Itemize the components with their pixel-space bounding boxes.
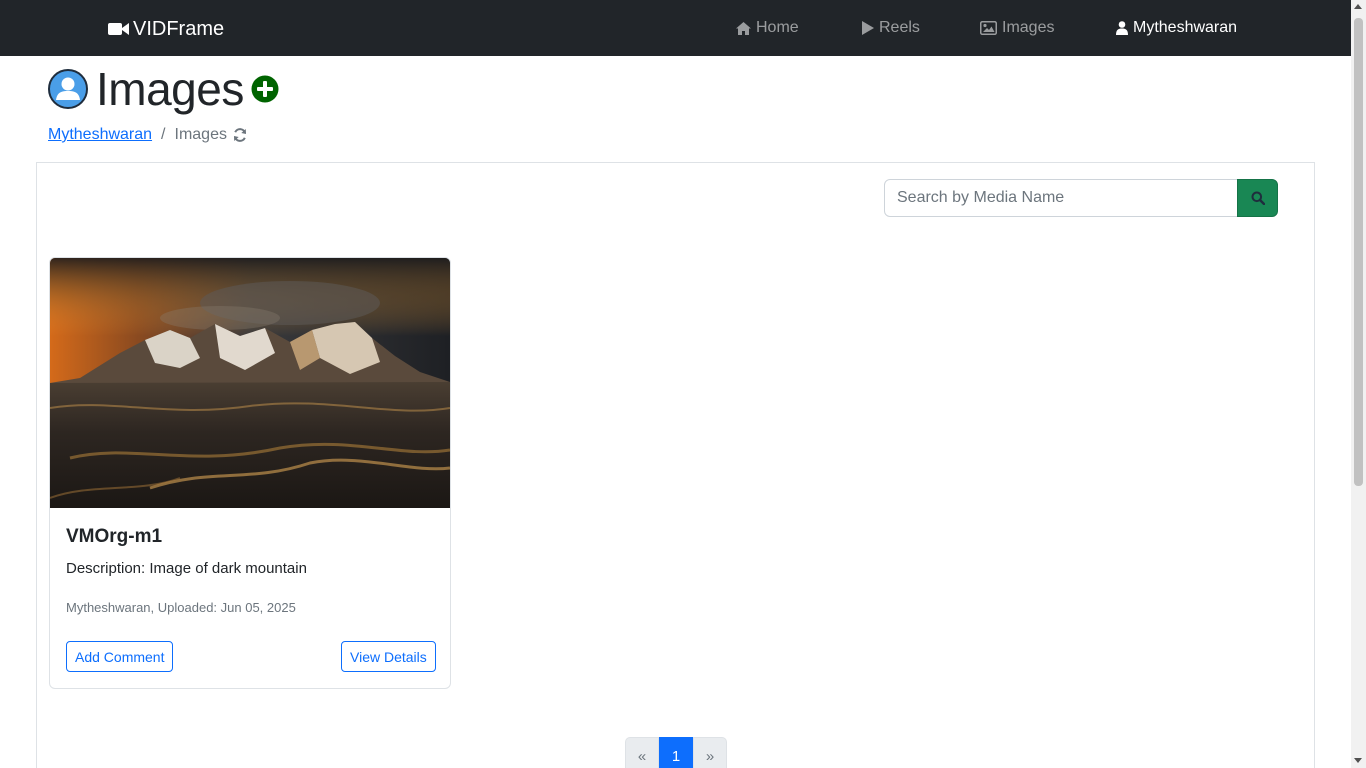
page-title: Images bbox=[96, 63, 244, 115]
nav-user[interactable]: Mytheshwaran bbox=[1116, 17, 1237, 39]
media-card: VMOrg-m1 Description: Image of dark moun… bbox=[49, 257, 451, 689]
page-header: Images bbox=[48, 62, 279, 116]
pagination: « 1 » bbox=[625, 737, 727, 768]
nav-home-label: Home bbox=[756, 19, 799, 36]
user-avatar-icon bbox=[48, 69, 88, 109]
refresh-icon[interactable] bbox=[233, 128, 247, 142]
breadcrumb-user-link[interactable]: Mytheshwaran bbox=[48, 126, 152, 144]
search-button[interactable] bbox=[1237, 179, 1278, 217]
home-icon bbox=[736, 21, 751, 35]
brand-label: VIDFrame bbox=[133, 17, 225, 40]
add-comment-button[interactable]: Add Comment bbox=[66, 641, 174, 672]
search-icon bbox=[1251, 191, 1265, 205]
breadcrumb: Mytheshwaran / Images bbox=[48, 125, 247, 145]
card-meta: Mytheshwaran, Uploaded: Jun 05, 2025 bbox=[66, 600, 296, 615]
image-icon bbox=[980, 21, 997, 35]
card-description: Description: Image of dark mountain bbox=[66, 560, 307, 577]
user-icon bbox=[1116, 21, 1128, 35]
brand-link[interactable]: VIDFrame bbox=[108, 17, 224, 41]
media-thumbnail-image[interactable] bbox=[50, 258, 450, 508]
nav-images[interactable]: Images bbox=[980, 17, 1054, 39]
add-image-icon[interactable] bbox=[251, 75, 279, 103]
view-details-button[interactable]: View Details bbox=[341, 641, 436, 672]
top-navbar: VIDFrame Home Reels Images Mytheshwaran bbox=[0, 0, 1351, 56]
nav-reels[interactable]: Reels bbox=[862, 17, 920, 39]
video-camera-icon bbox=[108, 23, 129, 35]
pagination-prev-button[interactable]: « bbox=[625, 737, 659, 768]
nav-user-label: Mytheshwaran bbox=[1133, 19, 1238, 36]
nav-reels-label: Reels bbox=[879, 19, 920, 36]
play-icon bbox=[862, 21, 874, 35]
vertical-scrollbar[interactable] bbox=[1351, 0, 1366, 768]
breadcrumb-current: Images bbox=[174, 126, 227, 143]
pagination-page-1[interactable]: 1 bbox=[659, 737, 693, 768]
pagination-next-button[interactable]: » bbox=[693, 737, 727, 768]
scroll-down-arrow-icon[interactable] bbox=[1354, 758, 1362, 763]
card-title: VMOrg-m1 bbox=[66, 526, 163, 547]
nav-images-label: Images bbox=[1002, 19, 1055, 36]
nav-home[interactable]: Home bbox=[736, 17, 799, 39]
search-input[interactable] bbox=[884, 179, 1238, 217]
scroll-up-arrow-icon[interactable] bbox=[1354, 4, 1362, 9]
breadcrumb-separator: / bbox=[161, 126, 166, 143]
scrollbar-thumb[interactable] bbox=[1354, 18, 1363, 486]
